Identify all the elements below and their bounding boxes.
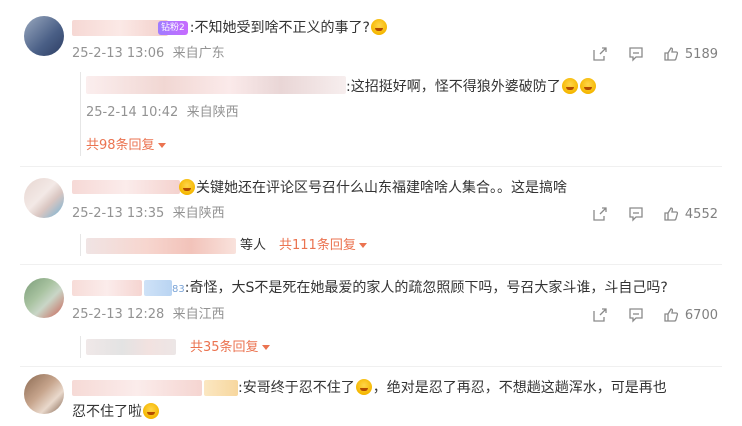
comment-text-line1: :安哥终于忍不住了 ，绝对是忍了再忍，不想趟这趟浑水，可是再也 (238, 379, 667, 396)
fan-badge-level: 83 (172, 284, 185, 295)
avatar[interactable] (24, 374, 64, 414)
caret-down-icon (157, 143, 166, 148)
reply-time: 25-2-14 10:42 (86, 105, 179, 120)
reply-indent-line (80, 336, 81, 358)
share-icon[interactable] (591, 45, 609, 63)
comment-time: 25-2-13 13:06 (72, 46, 165, 61)
thumbs-up-icon (664, 207, 678, 221)
reply-text: :这招挺好啊，怪不得狼外婆破防了 (346, 78, 597, 96)
comment-location: 来自广东 (172, 46, 225, 61)
comment-time: 25-2-13 12:28 (72, 307, 165, 322)
laugh-emoji-icon (579, 78, 596, 94)
caret-down-icon (261, 345, 270, 350)
laugh-emoji-icon (370, 19, 387, 35)
comment-icon[interactable] (627, 45, 645, 63)
grin-emoji-icon (143, 403, 159, 419)
reply-usernames-blurred[interactable] (86, 238, 236, 254)
like-count: 6700 (684, 307, 718, 323)
fan-badge-blurred (204, 380, 238, 396)
like-count: 5189 (684, 46, 718, 62)
comment-text: 83:奇怪，大S不是死在她最爱的家人的疏忽照顾下吗，号召大家斗谁，斗自己吗? (172, 280, 668, 296)
like-button[interactable]: 6700 (663, 307, 718, 323)
reply-meta: 25-2-14 10:42 来自陕西 (86, 105, 239, 121)
comment-icon[interactable] (627, 205, 645, 223)
laugh-emoji-icon (561, 78, 578, 94)
divider (20, 366, 722, 367)
username-blurred[interactable] (72, 180, 180, 194)
reply-summary: 等人 (240, 238, 267, 253)
more-replies-link[interactable]: 共98条回复 (86, 138, 166, 154)
comment-location: 来自江西 (172, 307, 225, 322)
comment-location: 来自陕西 (172, 206, 225, 221)
share-icon[interactable] (591, 205, 609, 223)
like-button[interactable]: 5189 (663, 46, 718, 62)
more-replies-link[interactable]: 共111条回复 (279, 238, 367, 254)
comment-meta: 25-2-13 13:35 来自陕西 (72, 206, 225, 222)
divider (20, 166, 722, 167)
comment-text: 关键她还在评论区号召什么山东福建啥啥人集合。。这是搞啥 (178, 179, 567, 197)
thumbs-up-icon (664, 47, 678, 61)
comment-time: 25-2-13 13:35 (72, 206, 165, 221)
avatar[interactable] (24, 16, 64, 56)
more-replies-link[interactable]: 共35条回复 (190, 340, 270, 356)
reply-indent-line (80, 234, 81, 256)
reply-username-blurred[interactable] (86, 76, 346, 94)
reply-location: 来自陕西 (186, 105, 239, 120)
thumbs-up-icon (664, 308, 678, 322)
caret-down-icon (358, 243, 367, 248)
comment-text-line2: 忍不住了啦 (72, 403, 160, 421)
fan-badge-blurred (144, 280, 172, 296)
username-blurred[interactable] (72, 20, 168, 36)
avatar[interactable] (24, 278, 64, 318)
username-blurred[interactable] (72, 280, 142, 296)
fan-badge: 钻粉2 (158, 21, 188, 35)
username-blurred[interactable] (72, 380, 202, 396)
comment-actions: 5189 (591, 45, 718, 63)
divider (20, 264, 722, 265)
comment-actions: 4552 (591, 205, 718, 223)
share-icon[interactable] (591, 306, 609, 324)
comment-meta: 25-2-13 12:28 来自江西 (72, 307, 225, 323)
comment-actions: 6700 (591, 306, 718, 324)
laugh-emoji-icon (179, 179, 195, 195)
avatar[interactable] (24, 178, 64, 218)
like-button[interactable]: 4552 (663, 206, 718, 222)
reply-usernames-blurred[interactable] (86, 339, 176, 355)
laugh-emoji-icon (355, 379, 372, 395)
reply-indent-line (80, 72, 81, 156)
like-count: 4552 (684, 206, 718, 222)
comment-meta: 25-2-13 13:06 来自广东 (72, 46, 225, 62)
comment-text: 钻粉2:不知她受到啥不正义的事了? (158, 19, 388, 37)
comment-icon[interactable] (627, 306, 645, 324)
